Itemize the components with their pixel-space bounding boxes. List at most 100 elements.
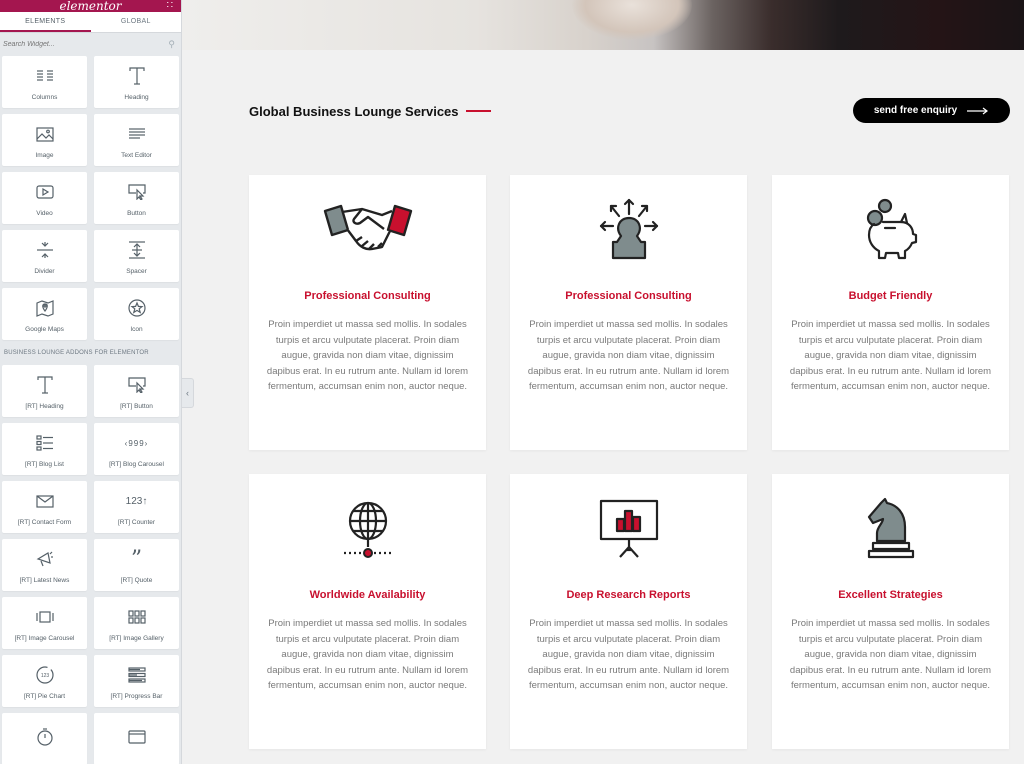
piggy-bank-icon	[772, 195, 1009, 265]
star-icon	[127, 297, 146, 319]
widget-rt-contact-form[interactable]: [RT] Contact Form	[2, 481, 87, 533]
tab-elements[interactable]: ELEMENTS	[0, 12, 91, 32]
elementor-logo: elementor	[59, 0, 122, 13]
presentation-chart-icon	[510, 494, 747, 564]
widget-rt-image-gallery[interactable]: [RT] Image Gallery	[94, 597, 179, 649]
widget-label: Text Editor	[121, 152, 152, 159]
handshake-icon	[249, 195, 486, 265]
card-text: Proin imperdiet ut massa sed mollis. In …	[266, 618, 469, 692]
search-input[interactable]	[3, 41, 153, 48]
card-title: Worldwide Availability	[309, 589, 426, 601]
widget-label: [RT] Button	[120, 403, 153, 410]
service-card: Professional Consulting Proin imperdiet …	[510, 175, 747, 450]
card-text: Proin imperdiet ut massa sed mollis. In …	[527, 618, 730, 692]
section-title: Global Business Lounge Services	[249, 104, 459, 119]
card-title: Excellent Strategies	[838, 589, 943, 601]
widget-button[interactable]: Button	[94, 172, 179, 224]
grid-menu-icon[interactable]: ∷	[167, 0, 173, 12]
card-title: Deep Research Reports	[566, 589, 691, 601]
widget-text-editor[interactable]: Text Editor	[94, 114, 179, 166]
pie-chart-icon: 123	[35, 664, 54, 686]
card-text: Proin imperdiet ut massa sed mollis. In …	[789, 319, 992, 393]
map-icon	[35, 297, 54, 319]
widget-rt-quote[interactable]: ” [RT] Quote	[94, 539, 179, 591]
widget-video[interactable]: Video	[2, 172, 87, 224]
heading-icon	[128, 65, 146, 87]
widget-rt-countdown[interactable]	[2, 713, 87, 764]
title-underline	[466, 110, 491, 112]
counter-icon: 123↑	[125, 495, 148, 507]
widget-label: Spacer	[126, 268, 147, 275]
widget-label: [RT] Blog Carousel	[109, 461, 164, 468]
gallery-icon	[127, 606, 146, 628]
card-text: Proin imperdiet ut massa sed mollis. In …	[789, 618, 992, 692]
person-arrows-icon	[510, 195, 747, 265]
list-icon	[35, 432, 54, 454]
arrow-right-icon	[967, 107, 989, 115]
service-card: Professional Consulting Proin imperdiet …	[249, 175, 486, 450]
widget-label: [RT] Image Carousel	[14, 635, 75, 642]
globe-icon	[249, 494, 486, 564]
service-card: Deep Research Reports Proin imperdiet ut…	[510, 474, 747, 749]
widget-label: Divider	[34, 268, 55, 275]
widget-heading[interactable]: Heading	[94, 56, 179, 108]
widget-rt-blog-list[interactable]: [RT] Blog List	[2, 423, 87, 475]
service-card: Excellent Strategies Proin imperdiet ut …	[772, 474, 1009, 749]
widget-rt-tabs[interactable]	[94, 713, 179, 764]
addons-category-title[interactable]: BUSINESS LOUNGE ADDONS FOR ELEMENTOR	[0, 340, 181, 365]
envelope-icon	[35, 490, 54, 512]
button-icon	[127, 374, 146, 396]
send-enquiry-label: send free enquiry	[873, 105, 958, 116]
widget-divider[interactable]: Divider	[2, 230, 87, 282]
widget-rt-progress-bar[interactable]: [RT] Progress Bar	[94, 655, 179, 707]
service-card: Budget Friendly Proin imperdiet ut massa…	[772, 175, 1009, 450]
service-card: Worldwide Availability Proin imperdiet u…	[249, 474, 486, 749]
widget-label: [RT] Image Gallery	[109, 635, 164, 642]
widget-label: Columns	[31, 94, 58, 101]
widget-label: Heading	[124, 94, 149, 101]
megaphone-icon	[36, 548, 54, 570]
widget-label: Image	[35, 152, 54, 159]
widget-label: [RT] Heading	[25, 403, 64, 410]
card-text: Proin imperdiet ut massa sed mollis. In …	[527, 319, 730, 393]
widget-label: [RT] Latest News	[19, 577, 70, 584]
panel-tabs: ELEMENTS GLOBAL	[0, 12, 181, 33]
hero-person-shape	[572, 0, 692, 40]
button-icon	[127, 181, 146, 203]
widget-image[interactable]: Image	[2, 114, 87, 166]
widget-label: [RT] Pie Chart	[23, 693, 66, 700]
widget-rt-latest-news[interactable]: [RT] Latest News	[2, 539, 87, 591]
hero-image	[182, 0, 1024, 50]
quote-icon: ”	[130, 546, 143, 572]
card-title: Budget Friendly	[848, 290, 933, 302]
widget-rt-pie-chart[interactable]: 123 [RT] Pie Chart	[2, 655, 87, 707]
chess-knight-icon	[772, 494, 1009, 564]
widget-google-maps[interactable]: Google Maps	[2, 288, 87, 340]
widget-rt-blog-carousel[interactable]: ‹999› [RT] Blog Carousel	[94, 423, 179, 475]
search-icon[interactable]: ⚲	[168, 39, 175, 50]
widget-label: [RT] Blog List	[25, 461, 64, 468]
stopwatch-icon	[36, 726, 54, 748]
panel-header: elementor ∷	[0, 0, 181, 12]
widget-rt-heading[interactable]: [RT] Heading	[2, 365, 87, 417]
svg-text:123: 123	[40, 673, 49, 679]
widget-rt-button[interactable]: [RT] Button	[94, 365, 179, 417]
widget-label: Icon	[130, 326, 143, 333]
tab-global[interactable]: GLOBAL	[91, 12, 182, 32]
elementor-panel: elementor ∷ ELEMENTS GLOBAL ⚲ Columns He…	[0, 0, 182, 764]
widget-rt-counter[interactable]: 123↑ [RT] Counter	[94, 481, 179, 533]
text-editor-icon	[128, 123, 146, 145]
widget-label: Google Maps	[25, 326, 64, 333]
widget-columns[interactable]: Columns	[2, 56, 87, 108]
video-icon	[35, 181, 54, 203]
send-enquiry-button[interactable]: send free enquiry	[853, 98, 1010, 123]
carousel-icon: ‹999›	[124, 438, 149, 448]
tabs-icon	[127, 726, 146, 748]
widget-rt-image-carousel[interactable]: [RT] Image Carousel	[2, 597, 87, 649]
image-carousel-icon	[35, 606, 54, 628]
widget-icon[interactable]: Icon	[94, 288, 179, 340]
addon-widgets: [RT] Heading [RT] Button [RT] Blog List …	[0, 365, 181, 764]
widget-spacer[interactable]: Spacer	[94, 230, 179, 282]
collapse-panel-handle[interactable]: ‹	[182, 378, 194, 408]
basic-widgets: Columns Heading Image Text Editor Video …	[0, 56, 181, 340]
